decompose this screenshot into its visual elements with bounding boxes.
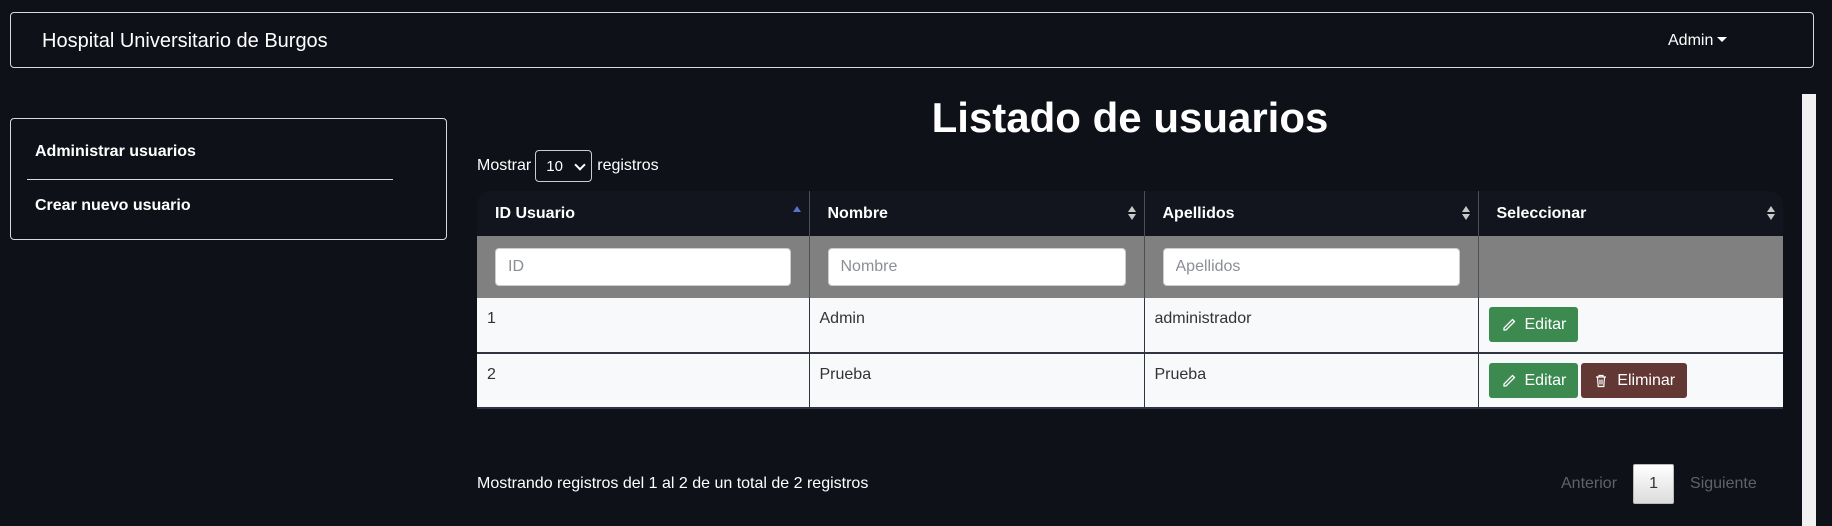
page-scrollbar[interactable] xyxy=(1802,94,1816,526)
filter-cell-apellidos xyxy=(1144,236,1479,298)
user-menu-label: Admin xyxy=(1668,32,1714,49)
edit-button[interactable]: Editar xyxy=(1488,307,1579,342)
pagination-next[interactable]: Siguiente xyxy=(1674,475,1773,493)
table-row: 2 Prueba Prueba Editar Eliminar xyxy=(477,353,1783,409)
sort-icon xyxy=(1461,206,1470,220)
cell-actions: Editar Eliminar xyxy=(1478,353,1783,409)
page-length-value: 10 xyxy=(546,157,563,175)
edit-button[interactable]: Editar xyxy=(1488,363,1579,398)
column-header-label: ID Usuario xyxy=(495,204,576,222)
length-prefix: Mostrar xyxy=(477,157,532,174)
delete-button[interactable]: Eliminar xyxy=(1581,363,1688,398)
brand-title[interactable]: Hospital Universitario de Burgos xyxy=(42,30,328,53)
cell-apellidos: administrador xyxy=(1144,298,1479,354)
column-header-label: Nombre xyxy=(827,204,888,222)
table-info: Mostrando registros del 1 al 2 de un tot… xyxy=(477,475,869,492)
column-header-id[interactable]: ID Usuario xyxy=(477,191,810,236)
caret-down-icon xyxy=(1717,37,1728,42)
pagination: Anterior 1 Siguiente xyxy=(1545,464,1773,504)
chevron-down-icon xyxy=(574,159,586,171)
pencil-icon xyxy=(1502,318,1515,331)
edit-button-label: Editar xyxy=(1524,315,1567,333)
delete-button-label: Eliminar xyxy=(1617,371,1676,389)
cell-apellidos: Prueba xyxy=(1144,353,1479,409)
column-header-label: Seleccionar xyxy=(1496,204,1587,222)
sidebar-divider xyxy=(27,179,393,180)
pagination-previous[interactable]: Anterior xyxy=(1545,475,1633,493)
cell-id: 2 xyxy=(477,353,810,409)
filter-apellidos-input[interactable] xyxy=(1162,248,1460,286)
filter-id-input[interactable] xyxy=(495,248,791,286)
user-menu-dropdown[interactable]: Admin xyxy=(1668,32,1728,50)
filter-cell-id xyxy=(477,236,810,298)
sidebar-item-crear-usuario[interactable]: Crear nuevo usuario xyxy=(35,197,191,215)
length-control: Mostrar 10 registros xyxy=(477,150,659,182)
top-navbar: Hospital Universitario de Burgos Admin xyxy=(10,12,1814,68)
pencil-icon xyxy=(1502,374,1515,387)
cell-nombre: Admin xyxy=(809,298,1145,354)
trash-icon xyxy=(1596,374,1607,387)
edit-button-label: Editar xyxy=(1524,371,1567,389)
sidebar: Administrar usuarios Crear nuevo usuario xyxy=(10,118,447,240)
length-suffix: registros xyxy=(597,157,659,174)
page-title: Listado de usuarios xyxy=(931,94,1329,141)
column-header-label: Apellidos xyxy=(1162,204,1235,222)
filter-cell-empty xyxy=(1478,236,1783,298)
sort-icon xyxy=(1767,206,1775,220)
column-header-apellidos[interactable]: Apellidos xyxy=(1144,191,1479,236)
pagination-page-1[interactable]: 1 xyxy=(1633,464,1675,504)
sidebar-item-administrar-usuarios[interactable]: Administrar usuarios xyxy=(35,143,196,161)
users-table: ID Usuario Nombre Apellidos Seleccionar … xyxy=(477,191,1783,409)
column-header-seleccionar[interactable]: Seleccionar xyxy=(1478,191,1783,236)
filter-cell-nombre xyxy=(809,236,1145,298)
filter-nombre-input[interactable] xyxy=(827,248,1126,286)
cell-nombre: Prueba xyxy=(809,353,1145,409)
cell-id: 1 xyxy=(477,298,810,354)
sort-ascending-icon xyxy=(792,206,801,220)
table-row: 1 Admin administrador Editar xyxy=(477,298,1783,354)
sort-icon xyxy=(1127,206,1136,220)
page-length-select[interactable]: 10 xyxy=(535,150,593,182)
cell-actions: Editar xyxy=(1478,298,1783,354)
column-header-nombre[interactable]: Nombre xyxy=(809,191,1145,236)
